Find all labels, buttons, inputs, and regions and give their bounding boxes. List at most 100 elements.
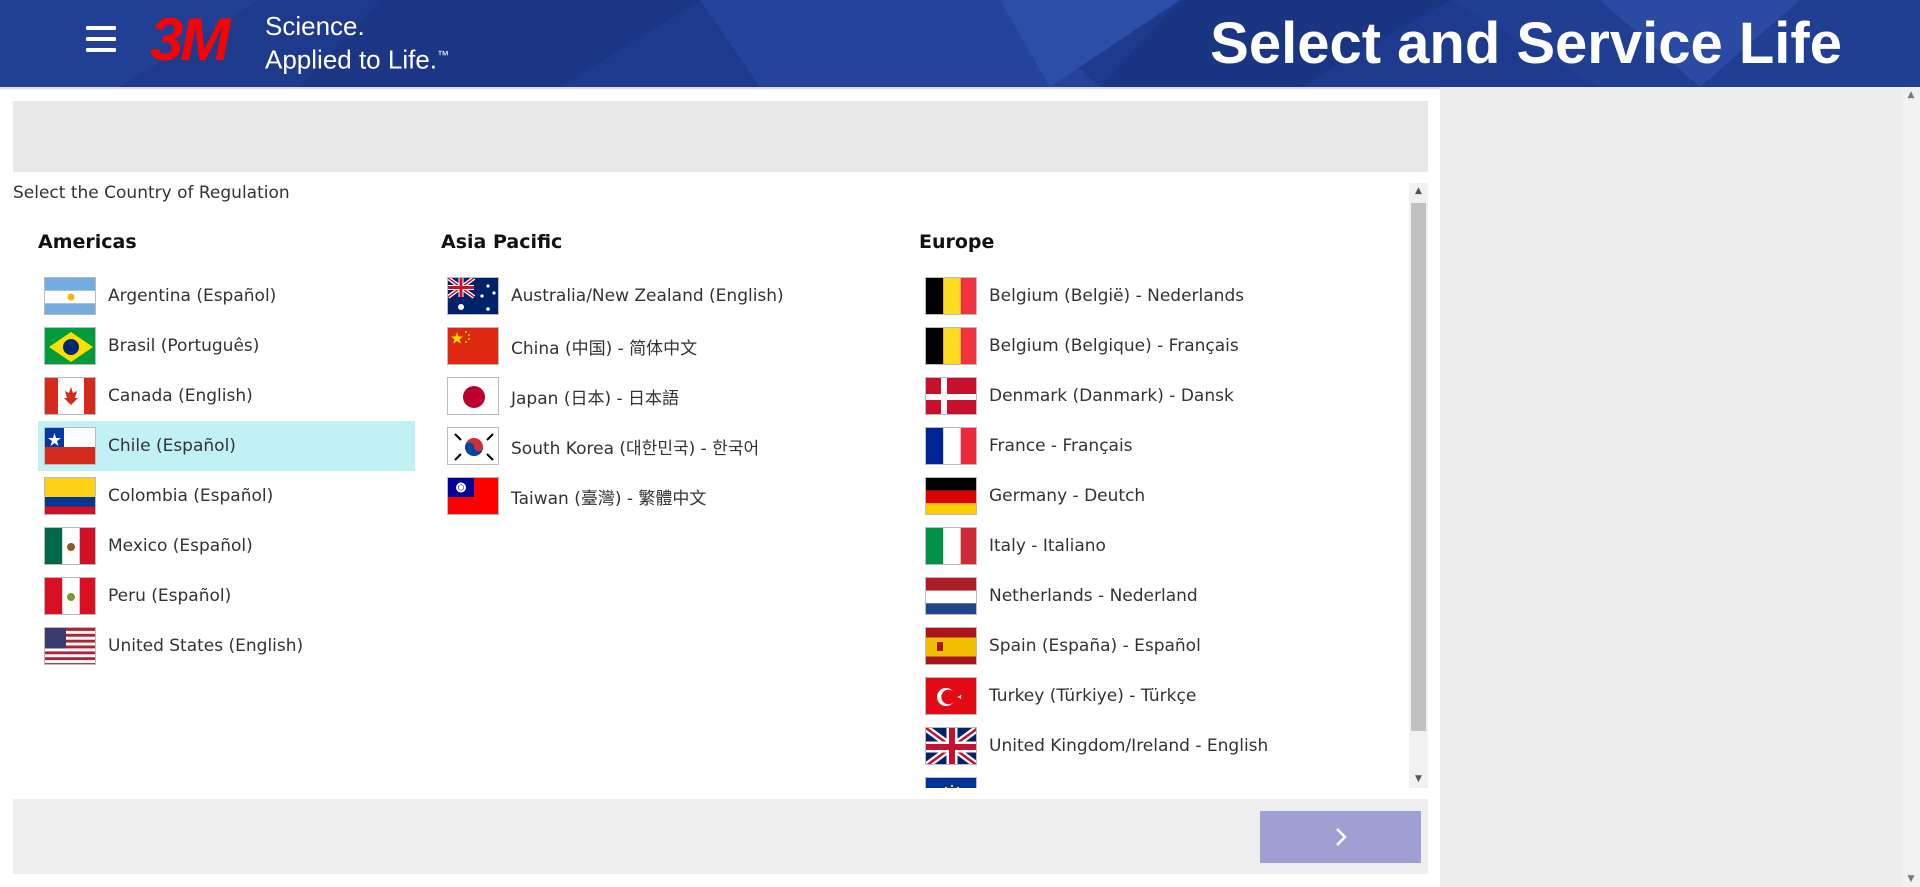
country-option[interactable]: South Korea (대한민국) - 한국어	[441, 421, 818, 471]
brand-logo: 3M	[150, 6, 230, 73]
region-column-europe: Europe Belgium (België) - Nederlands Belgi…	[919, 231, 1296, 788]
country-option[interactable]: Belgium (België) - Nederlands	[919, 271, 1296, 321]
country-name: Canada (English)	[108, 386, 253, 406]
brazil-flag-icon	[44, 327, 96, 365]
trademark-mark: ™	[437, 48, 450, 62]
region-column-asia-pacific: Asia Pacific Australia/New Zealand (Engli…	[441, 231, 818, 521]
app-title: Select and Service Life	[1210, 11, 1842, 76]
china-flag-icon	[447, 327, 499, 365]
denmark-flag-icon	[925, 377, 977, 415]
belgium-flag-icon	[925, 327, 977, 365]
uk-flag-icon	[925, 727, 977, 765]
country-name: United States (English)	[108, 636, 304, 656]
country-name: Australia/New Zealand (English)	[511, 286, 784, 306]
country-option[interactable]: Spain (España) - Español	[919, 621, 1296, 671]
country-name: United Kingdom/Ireland - English	[989, 736, 1269, 756]
eu-flag-icon	[925, 777, 977, 788]
region-column-americas: Americas Argentina (Español) Brasil (Portu…	[38, 231, 415, 671]
tagline-line-1: Science.	[265, 11, 365, 41]
country-name: Turkey (Türkiye) - Türkçe	[989, 686, 1197, 706]
side-panel	[1440, 87, 1902, 887]
country-option[interactable]: Germany - Deutch	[919, 471, 1296, 521]
country-name: Taiwan (臺灣) - 繁體中文	[511, 488, 707, 509]
country-option[interactable]: Chile (Español)	[38, 421, 415, 471]
germany-flag-icon	[925, 477, 977, 515]
country-option[interactable]: Canada (English)	[38, 371, 415, 421]
scroll-up-arrow-icon[interactable]: ▲	[1409, 183, 1428, 200]
usa-flag-icon	[44, 627, 96, 665]
country-name: China (中国) - 简体中文	[511, 338, 698, 359]
country-name: Japan (日本) - 日本語	[511, 388, 680, 409]
country-name: Netherlands - Nederland	[989, 586, 1198, 606]
page-scroll-down-icon[interactable]: ▼	[1902, 874, 1920, 884]
country-name: France - Français	[989, 436, 1133, 456]
turkey-flag-icon	[925, 677, 977, 715]
region-title: Americas	[38, 231, 137, 253]
peru-flag-icon	[44, 577, 96, 615]
country-option[interactable]: Peru (Español)	[38, 571, 415, 621]
country-name: Europe - Other	[989, 786, 1114, 788]
region-title: Asia Pacific	[441, 231, 563, 253]
italy-flag-icon	[925, 527, 977, 565]
country-list-panel: Select the Country of Regulation America…	[13, 183, 1428, 788]
page-scroll-up-icon[interactable]: ▲	[1902, 90, 1920, 100]
taiwan-flag-icon	[447, 477, 499, 515]
country-option[interactable]: Mexico (Español)	[38, 521, 415, 571]
argentina-flag-icon	[44, 277, 96, 315]
mexico-flag-icon	[44, 527, 96, 565]
region-title: Europe	[919, 231, 995, 253]
country-name: Brasil (Português)	[108, 336, 260, 356]
country-option[interactable]: Brasil (Português)	[38, 321, 415, 371]
country-name: Germany - Deutch	[989, 486, 1146, 506]
hamburger-menu-icon[interactable]	[86, 26, 126, 60]
country-option[interactable]: United Kingdom/Ireland - English	[919, 721, 1296, 771]
canada-flag-icon	[44, 377, 96, 415]
list-scrollbar[interactable]: ▲ ▼	[1409, 183, 1428, 788]
country-option[interactable]: Australia/New Zealand (English)	[441, 271, 818, 321]
south-korea-flag-icon	[447, 427, 499, 465]
country-name: Peru (Español)	[108, 586, 232, 606]
country-option[interactable]: Belgium (Belgique) - Français	[919, 321, 1296, 371]
country-name: Mexico (Español)	[108, 536, 253, 556]
top-info-bar	[13, 101, 1428, 172]
country-option[interactable]: China (中国) - 简体中文	[441, 321, 818, 371]
brand-tagline: Science. Applied to Life.™	[265, 12, 449, 75]
country-option[interactable]: United States (English)	[38, 621, 415, 671]
country-name: Spain (España) - Español	[989, 636, 1201, 656]
country-option[interactable]: Denmark (Danmark) - Dansk	[919, 371, 1296, 421]
country-option[interactable]: Turkey (Türkiye) - Türkçe	[919, 671, 1296, 721]
country-name: Argentina (Español)	[108, 286, 277, 306]
country-name: Denmark (Danmark) - Dansk	[989, 386, 1234, 406]
scroll-down-arrow-icon[interactable]: ▼	[1409, 771, 1428, 788]
country-name: Chile (Español)	[108, 436, 236, 456]
country-name: Belgium (België) - Nederlands	[989, 286, 1245, 306]
country-option[interactable]: Italy - Italiano	[919, 521, 1296, 571]
japan-flag-icon	[447, 377, 499, 415]
footer-bar	[13, 799, 1428, 874]
next-button[interactable]	[1260, 811, 1421, 863]
page-scrollbar[interactable]: ▲ ▼	[1902, 87, 1920, 887]
country-option[interactable]: Japan (日本) - 日本語	[441, 371, 818, 421]
colombia-flag-icon	[44, 477, 96, 515]
country-option[interactable]: Netherlands - Nederland	[919, 571, 1296, 621]
country-option[interactable]: France - Français	[919, 421, 1296, 471]
country-prompt: Select the Country of Regulation	[13, 183, 290, 203]
chile-flag-icon	[44, 427, 96, 465]
country-name: Colombia (Español)	[108, 486, 274, 506]
country-name: South Korea (대한민국) - 한국어	[511, 438, 760, 459]
france-flag-icon	[925, 427, 977, 465]
tagline-line-2-text: Applied to Life.	[265, 44, 438, 75]
chevron-right-icon	[1335, 828, 1347, 846]
netherlands-flag-icon	[925, 577, 977, 615]
country-name: Belgium (Belgique) - Français	[989, 336, 1239, 356]
country-option[interactable]: Colombia (Español)	[38, 471, 415, 521]
australia-flag-icon	[447, 277, 499, 315]
belgium-flag-icon	[925, 277, 977, 315]
tagline-line-2: Applied to Life.™	[265, 41, 449, 75]
country-option[interactable]: Taiwan (臺灣) - 繁體中文	[441, 471, 818, 521]
country-option[interactable]: Argentina (Español)	[38, 271, 415, 321]
app-header: 3M Science. Applied to Life.™ Select and…	[0, 0, 1920, 87]
scroll-thumb[interactable]	[1411, 203, 1426, 731]
country-option[interactable]: Europe - Other	[919, 771, 1296, 788]
spain-flag-icon	[925, 627, 977, 665]
